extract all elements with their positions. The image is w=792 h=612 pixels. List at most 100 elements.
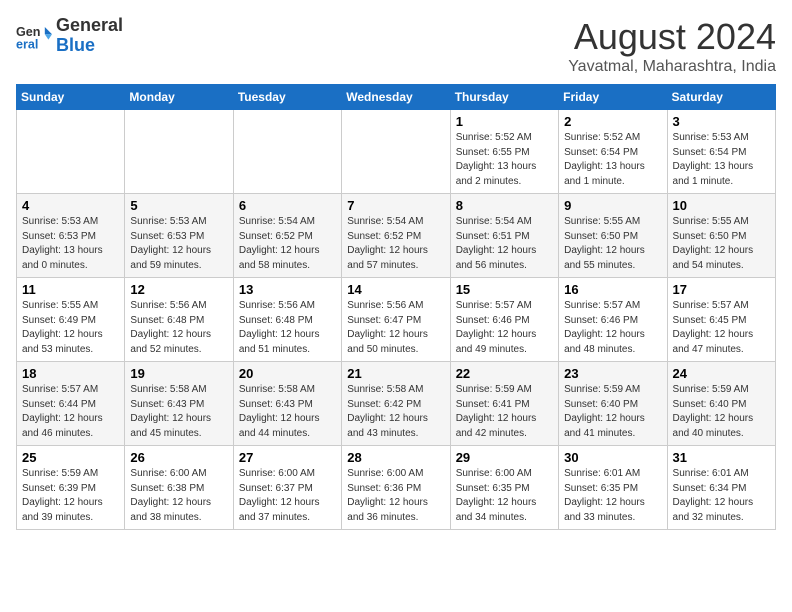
day-info: Sunrise: 5:57 AM Sunset: 6:46 PM Dayligh…	[564, 299, 661, 357]
day-info: Sunrise: 6:00 AM Sunset: 6:36 PM Dayligh…	[347, 467, 444, 525]
day-info: Sunrise: 5:57 AM Sunset: 6:44 PM Dayligh…	[22, 383, 119, 441]
day-number: 4	[22, 198, 119, 213]
day-info: Sunrise: 5:59 AM Sunset: 6:40 PM Dayligh…	[564, 383, 661, 441]
weekday-header-sunday: Sunday	[17, 85, 125, 110]
day-info: Sunrise: 5:57 AM Sunset: 6:45 PM Dayligh…	[673, 299, 770, 357]
day-cell: 28 Sunrise: 6:00 AM Sunset: 6:36 PM Dayli…	[342, 446, 450, 530]
day-cell: 12 Sunrise: 5:56 AM Sunset: 6:48 PM Dayli…	[125, 278, 233, 362]
day-number: 25	[22, 450, 119, 465]
day-info: Sunrise: 5:58 AM Sunset: 6:43 PM Dayligh…	[239, 383, 336, 441]
day-number: 12	[130, 282, 227, 297]
week-row-3: 11 Sunrise: 5:55 AM Sunset: 6:49 PM Dayli…	[17, 278, 776, 362]
day-cell: 23 Sunrise: 5:59 AM Sunset: 6:40 PM Dayli…	[559, 362, 667, 446]
day-cell	[17, 110, 125, 194]
day-info: Sunrise: 6:01 AM Sunset: 6:34 PM Dayligh…	[673, 467, 770, 525]
day-number: 30	[564, 450, 661, 465]
day-cell: 3 Sunrise: 5:53 AM Sunset: 6:54 PM Daylig…	[667, 110, 775, 194]
svg-text:eral: eral	[16, 37, 38, 51]
day-number: 17	[673, 282, 770, 297]
day-number: 29	[456, 450, 553, 465]
day-info: Sunrise: 6:00 AM Sunset: 6:35 PM Dayligh…	[456, 467, 553, 525]
day-info: Sunrise: 6:00 AM Sunset: 6:37 PM Dayligh…	[239, 467, 336, 525]
day-number: 15	[456, 282, 553, 297]
day-info: Sunrise: 5:52 AM Sunset: 6:54 PM Dayligh…	[564, 131, 661, 189]
day-info: Sunrise: 5:57 AM Sunset: 6:46 PM Dayligh…	[456, 299, 553, 357]
day-info: Sunrise: 5:59 AM Sunset: 6:40 PM Dayligh…	[673, 383, 770, 441]
day-number: 11	[22, 282, 119, 297]
day-cell: 26Sunrise: 6:00 AM Sunset: 6:38 PM Dayli…	[125, 446, 233, 530]
day-number: 22	[456, 366, 553, 381]
day-number: 5	[130, 198, 227, 213]
day-number: 28	[347, 450, 444, 465]
day-info: Sunrise: 5:55 AM Sunset: 6:50 PM Dayligh…	[564, 215, 661, 273]
day-cell: 19Sunrise: 5:58 AM Sunset: 6:43 PM Dayli…	[125, 362, 233, 446]
week-row-2: 4 Sunrise: 5:53 AM Sunset: 6:53 PM Daylig…	[17, 194, 776, 278]
weekday-header-saturday: Saturday	[667, 85, 775, 110]
day-number: 3	[673, 114, 770, 129]
day-info: Sunrise: 5:52 AM Sunset: 6:55 PM Dayligh…	[456, 131, 553, 189]
logo-icon: Gen eral	[16, 18, 52, 54]
weekday-header-tuesday: Tuesday	[233, 85, 341, 110]
day-number: 9	[564, 198, 661, 213]
weekday-header-monday: Monday	[125, 85, 233, 110]
day-cell: 31 Sunrise: 6:01 AM Sunset: 6:34 PM Dayli…	[667, 446, 775, 530]
day-cell: 27 Sunrise: 6:00 AM Sunset: 6:37 PM Dayli…	[233, 446, 341, 530]
day-number: 13	[239, 282, 336, 297]
day-number: 16	[564, 282, 661, 297]
day-cell: 15 Sunrise: 5:57 AM Sunset: 6:46 PM Dayli…	[450, 278, 558, 362]
day-cell: 24Sunrise: 5:59 AM Sunset: 6:40 PM Dayli…	[667, 362, 775, 446]
day-cell: 7Sunrise: 5:54 AM Sunset: 6:52 PM Daylig…	[342, 194, 450, 278]
day-cell: 18Sunrise: 5:57 AM Sunset: 6:44 PM Dayli…	[17, 362, 125, 446]
day-number: 27	[239, 450, 336, 465]
day-cell: 8 Sunrise: 5:54 AM Sunset: 6:51 PM Daylig…	[450, 194, 558, 278]
day-info: Sunrise: 5:53 AM Sunset: 6:54 PM Dayligh…	[673, 131, 770, 189]
day-info: Sunrise: 5:53 AM Sunset: 6:53 PM Dayligh…	[130, 215, 227, 273]
day-cell: 5 Sunrise: 5:53 AM Sunset: 6:53 PM Daylig…	[125, 194, 233, 278]
day-number: 14	[347, 282, 444, 297]
day-info: Sunrise: 5:55 AM Sunset: 6:49 PM Dayligh…	[22, 299, 119, 357]
day-cell: 4 Sunrise: 5:53 AM Sunset: 6:53 PM Daylig…	[17, 194, 125, 278]
calendar-header: SundayMondayTuesdayWednesdayThursdayFrid…	[17, 85, 776, 110]
day-number: 21	[347, 366, 444, 381]
day-cell: 17 Sunrise: 5:57 AM Sunset: 6:45 PM Dayli…	[667, 278, 775, 362]
day-info: Sunrise: 5:54 AM Sunset: 6:51 PM Dayligh…	[456, 215, 553, 273]
month-title: August 2024	[568, 16, 776, 58]
day-number: 6	[239, 198, 336, 213]
day-number: 31	[673, 450, 770, 465]
day-cell: 13 Sunrise: 5:56 AM Sunset: 6:48 PM Dayli…	[233, 278, 341, 362]
day-cell	[125, 110, 233, 194]
day-info: Sunrise: 5:56 AM Sunset: 6:48 PM Dayligh…	[130, 299, 227, 357]
weekday-header-thursday: Thursday	[450, 85, 558, 110]
day-cell	[233, 110, 341, 194]
day-info: Sunrise: 5:58 AM Sunset: 6:43 PM Dayligh…	[130, 383, 227, 441]
day-info: Sunrise: 5:53 AM Sunset: 6:53 PM Dayligh…	[22, 215, 119, 273]
day-number: 8	[456, 198, 553, 213]
title-block: August 2024 Yavatmal, Maharashtra, India	[568, 16, 776, 76]
weekday-header-wednesday: Wednesday	[342, 85, 450, 110]
day-cell: 2 Sunrise: 5:52 AM Sunset: 6:54 PM Daylig…	[559, 110, 667, 194]
day-info: Sunrise: 5:56 AM Sunset: 6:47 PM Dayligh…	[347, 299, 444, 357]
day-info: Sunrise: 5:54 AM Sunset: 6:52 PM Dayligh…	[347, 215, 444, 273]
weekday-header-row: SundayMondayTuesdayWednesdayThursdayFrid…	[17, 85, 776, 110]
logo: Gen eral General Blue	[16, 16, 123, 56]
day-info: Sunrise: 5:54 AM Sunset: 6:52 PM Dayligh…	[239, 215, 336, 273]
day-info: Sunrise: 5:59 AM Sunset: 6:41 PM Dayligh…	[456, 383, 553, 441]
day-info: Sunrise: 5:56 AM Sunset: 6:48 PM Dayligh…	[239, 299, 336, 357]
day-cell: 6 Sunrise: 5:54 AM Sunset: 6:52 PM Daylig…	[233, 194, 341, 278]
day-cell: 20Sunrise: 5:58 AM Sunset: 6:43 PM Dayli…	[233, 362, 341, 446]
day-info: Sunrise: 5:58 AM Sunset: 6:42 PM Dayligh…	[347, 383, 444, 441]
day-cell: 25 Sunrise: 5:59 AM Sunset: 6:39 PM Dayli…	[17, 446, 125, 530]
day-info: Sunrise: 6:01 AM Sunset: 6:35 PM Dayligh…	[564, 467, 661, 525]
day-cell: 22 Sunrise: 5:59 AM Sunset: 6:41 PM Dayli…	[450, 362, 558, 446]
weekday-header-friday: Friday	[559, 85, 667, 110]
day-info: Sunrise: 5:55 AM Sunset: 6:50 PM Dayligh…	[673, 215, 770, 273]
day-cell: 11 Sunrise: 5:55 AM Sunset: 6:49 PM Dayli…	[17, 278, 125, 362]
day-info: Sunrise: 5:59 AM Sunset: 6:39 PM Dayligh…	[22, 467, 119, 525]
day-cell: 9 Sunrise: 5:55 AM Sunset: 6:50 PM Daylig…	[559, 194, 667, 278]
day-cell: 10Sunrise: 5:55 AM Sunset: 6:50 PM Dayli…	[667, 194, 775, 278]
calendar-body: 1Sunrise: 5:52 AM Sunset: 6:55 PM Daylig…	[17, 110, 776, 530]
day-cell: 30 Sunrise: 6:01 AM Sunset: 6:35 PM Dayli…	[559, 446, 667, 530]
day-number: 2	[564, 114, 661, 129]
week-row-4: 18Sunrise: 5:57 AM Sunset: 6:44 PM Dayli…	[17, 362, 776, 446]
day-number: 23	[564, 366, 661, 381]
